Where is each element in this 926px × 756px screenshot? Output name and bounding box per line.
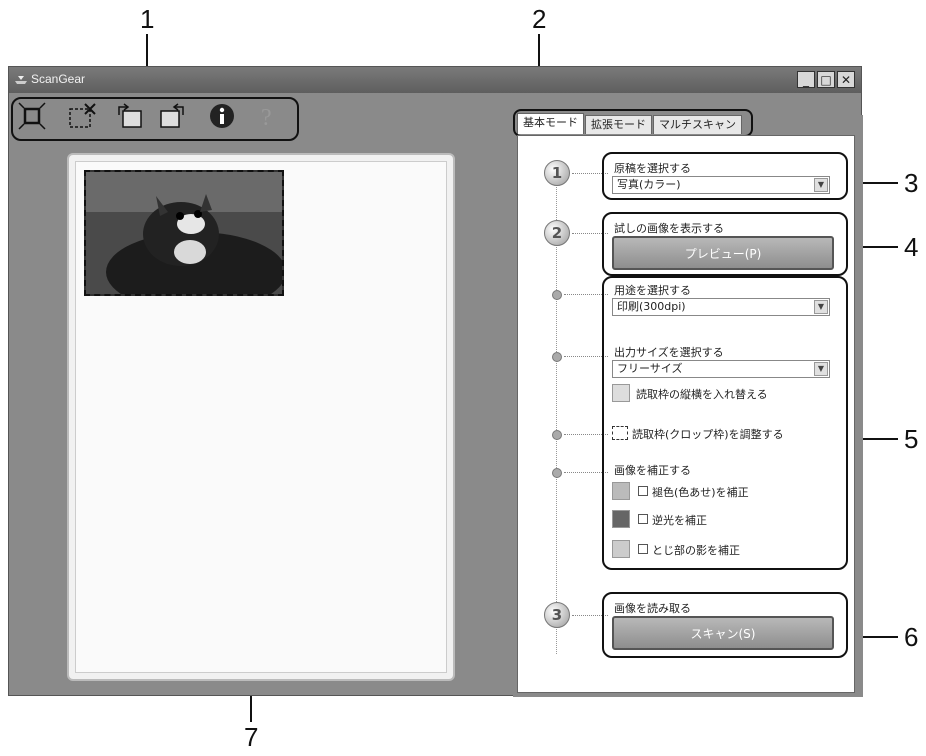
maximize-icon: □ <box>820 72 832 87</box>
callout-box-5 <box>602 276 848 570</box>
correction-dot <box>552 468 562 478</box>
minimize-button[interactable]: _ <box>797 71 815 88</box>
crop-dot <box>552 430 562 440</box>
callout-box-4 <box>602 212 848 276</box>
scangear-window: ScanGear _ □ ✕ ? 基本モード 拡張モード マルチスキャン 1 原… <box>8 66 863 697</box>
callout-1: 1 <box>140 4 155 34</box>
callout-3: 3 <box>904 168 919 198</box>
callout-7: 7 <box>244 722 259 752</box>
purpose-dot <box>552 290 562 300</box>
callout-box-3 <box>602 152 848 200</box>
close-button[interactable]: ✕ <box>837 71 855 88</box>
callout-6: 6 <box>904 622 919 652</box>
app-icon <box>15 76 27 84</box>
preview-canvas[interactable] <box>75 161 447 673</box>
callout-box-6 <box>602 592 848 658</box>
window-title: ScanGear <box>31 72 86 86</box>
preview-image[interactable] <box>84 170 284 296</box>
step-1-badge: 1 <box>544 160 570 186</box>
callout-box-1 <box>11 97 299 141</box>
callout-5: 5 <box>904 424 919 454</box>
minimize-icon: _ <box>803 72 809 87</box>
step-2-badge: 2 <box>544 220 570 246</box>
title-bar[interactable]: ScanGear _ □ ✕ <box>9 67 861 93</box>
settings-panel: 基本モード 拡張モード マルチスキャン 1 原稿を選択する 写真(カラー) ▼ … <box>513 109 863 697</box>
step-3-badge: 3 <box>544 602 570 628</box>
maximize-button[interactable]: □ <box>817 71 835 88</box>
callout-4: 4 <box>904 232 919 262</box>
callout-box-2 <box>513 109 753 137</box>
output-size-dot <box>552 352 562 362</box>
preview-area[interactable] <box>67 153 455 681</box>
callout-2: 2 <box>532 4 547 34</box>
close-icon: ✕ <box>840 72 852 87</box>
step-connector <box>556 176 557 654</box>
dog-photo <box>86 172 282 294</box>
basic-mode-panel: 1 原稿を選択する 写真(カラー) ▼ 2 試しの画像を表示する プレビュー(P… <box>517 135 855 693</box>
